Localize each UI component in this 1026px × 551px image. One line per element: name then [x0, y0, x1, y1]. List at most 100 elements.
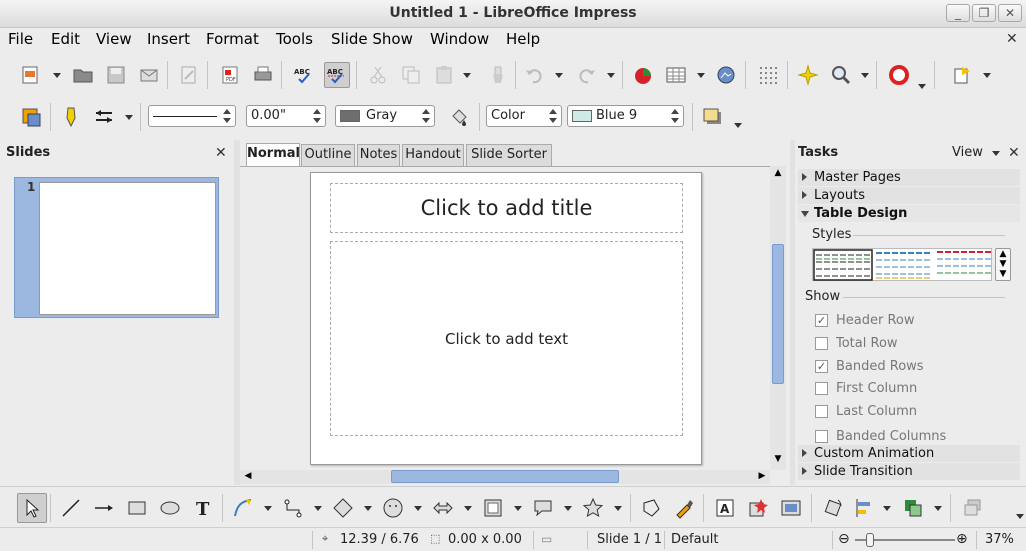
option-first-column[interactable]: First Column	[815, 381, 917, 396]
close-slides-panel-icon[interactable]: ✕	[215, 145, 227, 161]
cut-icon[interactable]	[365, 62, 391, 88]
checkbox-header-row[interactable]: ✓	[815, 314, 828, 327]
option-total-row[interactable]: Total Row	[815, 336, 898, 351]
chart-icon[interactable]	[630, 62, 656, 88]
close-window-button[interactable]: ✕	[998, 4, 1022, 22]
arrange-icon[interactable]	[900, 495, 926, 521]
tab-notes[interactable]: Notes	[357, 144, 400, 166]
clone-formatting-icon[interactable]	[485, 62, 511, 88]
slide-layout-dropdown-icon[interactable]	[983, 62, 991, 88]
grid-icon[interactable]	[755, 62, 781, 88]
zoom-out-icon[interactable]: ⊖	[838, 531, 850, 547]
scroll-up-icon[interactable]: ▲	[772, 168, 784, 180]
line-tool-icon[interactable]	[58, 495, 84, 521]
option-banded-rows[interactable]: ✓ Banded Rows	[815, 359, 924, 374]
minimize-button[interactable]: _	[946, 4, 970, 22]
paste-icon[interactable]	[431, 62, 457, 88]
curve-dropdown-icon[interactable]	[264, 495, 272, 521]
paste-dropdown-icon[interactable]	[463, 62, 471, 88]
block-arrows-icon[interactable]	[430, 495, 456, 521]
table-styles-gallery[interactable]	[812, 248, 992, 281]
horizontal-scroll-thumb[interactable]	[391, 470, 619, 483]
open-icon[interactable]	[70, 62, 96, 88]
copy-icon[interactable]	[398, 62, 424, 88]
option-last-column[interactable]: Last Column	[815, 404, 917, 419]
callouts-dropdown-icon[interactable]	[564, 495, 572, 521]
arrange-dropdown-icon[interactable]	[934, 495, 942, 521]
print-icon[interactable]	[250, 62, 276, 88]
scroll-left-icon[interactable]: ◀	[242, 471, 254, 483]
vertical-scroll-thumb[interactable]	[772, 244, 784, 384]
close-document-icon[interactable]: ✕	[1006, 31, 1018, 47]
body-placeholder[interactable]: Click to add text	[330, 241, 683, 436]
symbol-shapes-icon[interactable]	[380, 495, 406, 521]
zoom-dropdown-icon[interactable]	[861, 62, 869, 88]
new-dropdown-icon[interactable]	[53, 62, 61, 88]
line-color-select[interactable]: Gray	[335, 105, 435, 127]
menu-view[interactable]: View	[96, 30, 132, 48]
line-fill-settings-icon[interactable]	[18, 104, 44, 130]
align-dropdown-icon[interactable]	[883, 495, 891, 521]
table-icon[interactable]	[663, 62, 689, 88]
menu-edit[interactable]: Edit	[51, 30, 80, 48]
checkbox-banded-rows[interactable]: ✓	[815, 360, 828, 373]
line-toolbar-overflow-icon[interactable]	[734, 119, 742, 131]
section-custom-animation[interactable]: Custom Animation	[798, 445, 1020, 462]
tab-handout[interactable]: Handout	[402, 144, 464, 166]
rotate-icon[interactable]	[820, 495, 846, 521]
fontwork-icon[interactable]: A	[712, 495, 738, 521]
tasks-view-menu[interactable]: View	[952, 145, 983, 160]
extrusion-icon[interactable]	[960, 495, 986, 521]
zoom-slider-handle[interactable]	[866, 533, 874, 547]
line-width-field[interactable]: 0.00"	[246, 105, 326, 127]
connector-tool-icon[interactable]	[280, 495, 306, 521]
navigator-star-icon[interactable]	[795, 62, 821, 88]
vertical-scrollbar[interactable]: ▲ ▼	[770, 166, 786, 470]
shadow-icon[interactable]	[699, 104, 725, 130]
menu-window[interactable]: Window	[430, 30, 489, 48]
save-icon[interactable]	[103, 62, 129, 88]
toolbar-overflow-icon[interactable]	[918, 81, 926, 91]
help-icon[interactable]	[886, 62, 912, 88]
curve-tool-icon[interactable]	[230, 495, 256, 521]
gallery-icon[interactable]	[778, 495, 804, 521]
flowchart-dropdown-icon[interactable]	[514, 495, 522, 521]
autospellcheck-icon[interactable]: ABC	[324, 62, 350, 88]
checkbox-banded-columns[interactable]	[815, 430, 828, 443]
redo-icon[interactable]	[574, 62, 600, 88]
option-banded-columns[interactable]: Banded Columns	[815, 429, 946, 444]
line-pen-icon[interactable]	[58, 104, 84, 130]
new-document-icon[interactable]	[18, 62, 44, 88]
undo-icon[interactable]	[521, 62, 547, 88]
zoom-in-icon[interactable]: ⊕	[956, 531, 968, 547]
maximize-button[interactable]: ❐	[972, 4, 996, 22]
align-icon[interactable]	[851, 495, 877, 521]
menu-tools[interactable]: Tools	[276, 30, 313, 48]
fill-type-select[interactable]: Color	[486, 105, 562, 127]
menu-slide-show[interactable]: Slide Show	[331, 30, 413, 48]
basic-shapes-icon[interactable]	[330, 495, 356, 521]
symbol-shapes-dropdown-icon[interactable]	[414, 495, 422, 521]
scroll-down-icon[interactable]: ▼	[772, 454, 784, 466]
section-layouts[interactable]: Layouts	[798, 187, 1020, 204]
horizontal-scrollbar[interactable]: ◀ ▶	[240, 470, 770, 484]
export-pdf-icon[interactable]: PDF	[217, 62, 243, 88]
block-arrows-dropdown-icon[interactable]	[464, 495, 472, 521]
section-slide-transition[interactable]: Slide Transition	[798, 463, 1020, 480]
ellipse-tool-icon[interactable]	[157, 495, 183, 521]
close-tasks-panel-icon[interactable]: ✕	[1008, 145, 1020, 161]
rectangle-tool-icon[interactable]	[124, 495, 150, 521]
menu-format[interactable]: Format	[206, 30, 259, 48]
email-icon[interactable]	[136, 62, 162, 88]
slide-thumbnail[interactable]: 1	[14, 177, 219, 318]
redo-dropdown-icon[interactable]	[607, 62, 615, 88]
slide-layout-icon[interactable]	[950, 62, 976, 88]
tab-outline[interactable]: Outline	[301, 144, 355, 166]
select-pointer-icon[interactable]	[17, 493, 47, 523]
tab-normal[interactable]: Normal	[246, 143, 300, 167]
zoom-icon[interactable]	[828, 62, 854, 88]
callouts-icon[interactable]	[530, 495, 556, 521]
checkbox-last-column[interactable]	[815, 405, 828, 418]
table-dropdown-icon[interactable]	[697, 62, 705, 88]
arrow-style-icon[interactable]	[91, 104, 117, 130]
